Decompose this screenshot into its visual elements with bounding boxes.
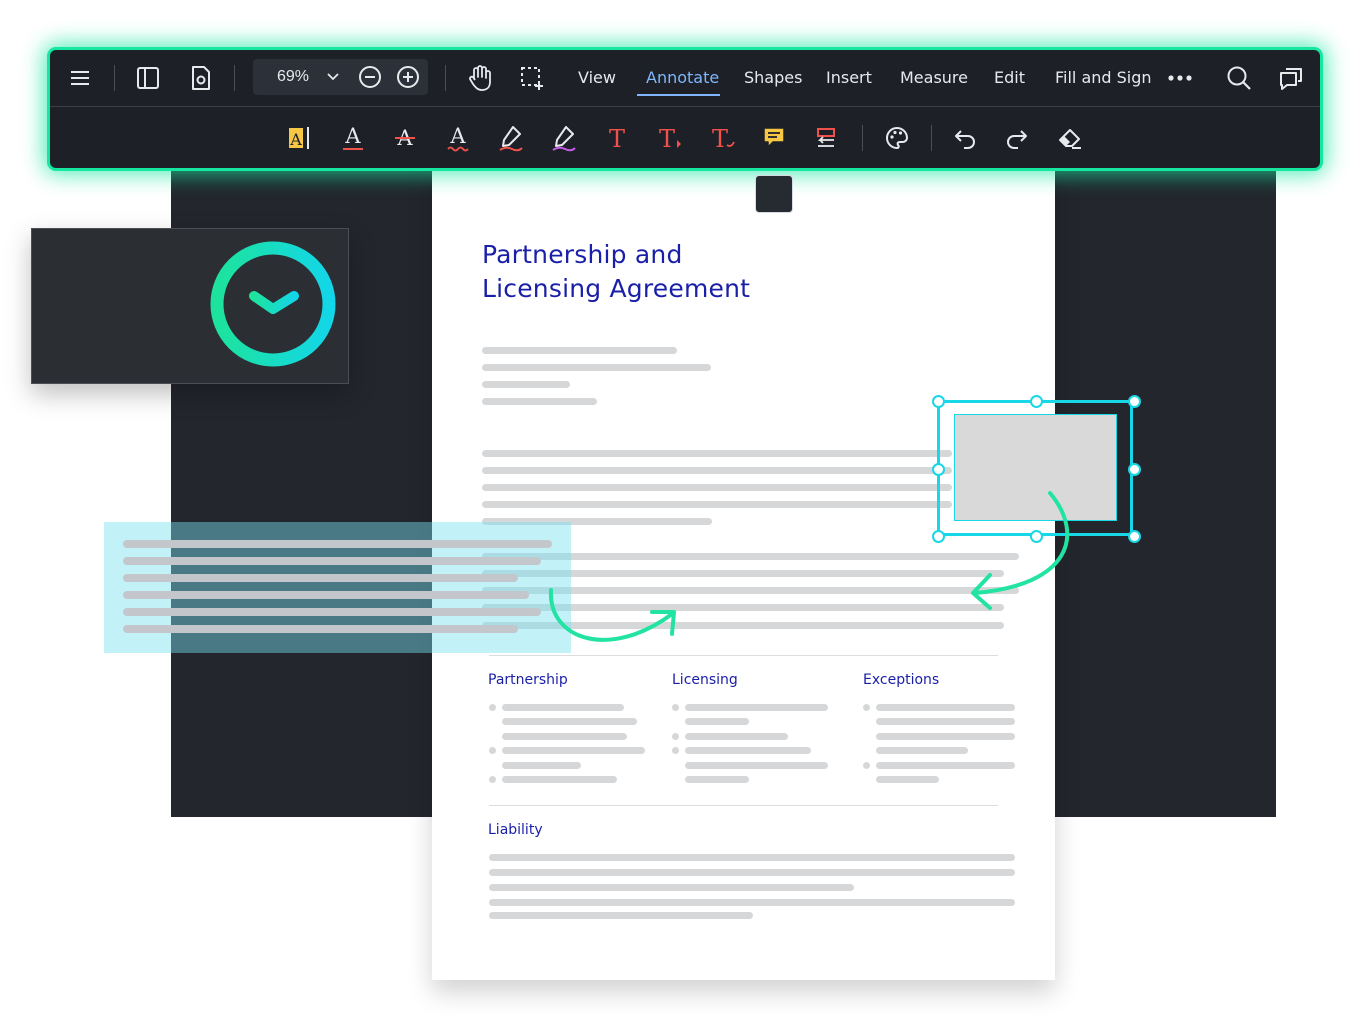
redo-icon[interactable] [1002,123,1032,153]
svg-text:A: A [289,130,302,149]
menu-insert[interactable]: Insert [826,68,872,87]
hamburger-menu-icon[interactable] [66,64,94,92]
menu-edit[interactable]: Edit [994,68,1025,87]
svg-text:A: A [449,124,466,148]
toolbar-annotation-row: A A A A T T T [50,107,1320,213]
toolbar-separator [234,65,235,91]
zoom-in-icon[interactable] [395,64,421,90]
zoom-value[interactable]: 69% [277,68,309,86]
comments-icon[interactable] [1276,63,1306,93]
document-settings-icon[interactable] [187,64,215,92]
eraser-icon[interactable] [1055,123,1085,153]
free-highlight-icon[interactable] [496,123,526,153]
svg-text:A: A [344,124,361,148]
menu-annotate[interactable]: Annotate [646,68,719,87]
text-highlight-icon[interactable]: A [284,123,314,153]
fast-clock-card [31,228,349,384]
toolbar-separator [931,125,932,151]
svg-text:T: T [609,125,625,152]
svg-text:T: T [712,125,728,152]
arrow-curve-left [548,588,674,642]
toolbar-separator [114,65,115,91]
text-replace-icon[interactable] [812,123,842,153]
squiggly-icon[interactable]: A [443,123,473,153]
toolbar-separator [445,65,446,91]
undo-icon[interactable] [950,123,980,153]
sticky-note-icon[interactable] [759,123,789,153]
search-icon[interactable] [1224,63,1254,93]
sidebar-panel-icon[interactable] [134,64,162,92]
color-palette-icon[interactable] [882,123,912,153]
area-select-icon[interactable] [518,64,546,92]
toolbar-separator [862,125,863,151]
text-insert-icon[interactable]: T [708,123,738,153]
free-text-icon[interactable]: T [602,123,632,153]
annotation-toolbar: 69% View Annotate Shapes Insert Measure … [50,50,1320,213]
underline-icon[interactable]: A [338,123,368,153]
zoom-out-icon[interactable] [357,64,383,90]
zoom-control[interactable]: 69% [253,59,428,95]
free-hand-icon[interactable] [549,123,579,153]
svg-text:T: T [659,125,675,152]
chevron-down-icon[interactable] [325,69,341,85]
active-menu-indicator [637,94,720,96]
fast-clock-icon [43,241,336,367]
pan-hand-icon[interactable] [466,63,494,93]
callout-text-icon[interactable]: T [655,123,685,153]
menu-measure[interactable]: Measure [900,68,968,87]
menu-view[interactable]: View [578,68,616,87]
menu-fill-and-sign[interactable]: Fill and Sign [1055,68,1152,87]
toolbar-top-row: 69% View Annotate Shapes Insert Measure … [50,50,1320,107]
sticky-note-button[interactable] [755,175,793,213]
menu-shapes[interactable]: Shapes [744,68,802,87]
strikeout-icon[interactable]: A [390,123,420,153]
more-icon[interactable] [1165,65,1195,91]
